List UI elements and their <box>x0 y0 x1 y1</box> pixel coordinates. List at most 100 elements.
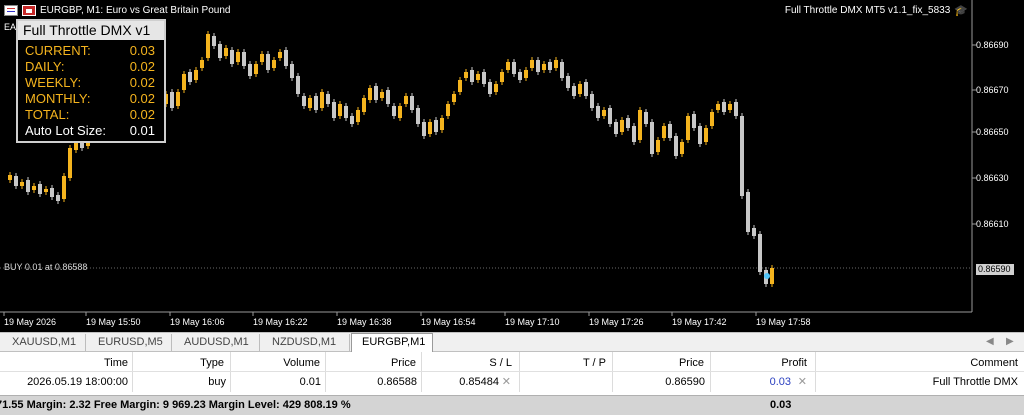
info-panel: Full Throttle DMX v1 CURRENT: 0.03 DAILY… <box>16 19 166 143</box>
bullish-candle <box>704 128 708 142</box>
bearish-candle <box>314 96 318 110</box>
chart-symbol-title: EURGBP, M1: Euro vs Great Britain Pound <box>40 4 231 16</box>
price-chart[interactable]: 0.86690 0.86670 0.86650 0.86630 0.86610 19 Ma… <box>0 0 1024 332</box>
col-current-price[interactable]: Price <box>618 354 704 372</box>
bearish-candle <box>50 188 54 197</box>
time-tick-label: 19 May 16:06 <box>170 317 225 327</box>
bullish-candle <box>494 84 498 92</box>
buy-order-label[interactable]: BUY 0.01 at 0.86588 <box>4 262 87 272</box>
ea-title: Full Throttle DMX MT5 v1.1_fix_5833 🎓 <box>785 4 968 17</box>
bullish-candle <box>368 88 372 100</box>
tab-audusd[interactable]: AUDUSD,M1 <box>172 334 260 351</box>
bullish-candle <box>182 74 186 90</box>
bullish-candle <box>356 110 360 122</box>
row-comment: Full Throttle DMX <box>932 376 1018 388</box>
bearish-candle <box>302 96 306 106</box>
col-type[interactable]: Type <box>140 354 224 372</box>
bullish-candle <box>404 96 408 104</box>
row-type: buy <box>208 376 226 388</box>
time-tick-label: 19 May 17:58 <box>756 317 811 327</box>
close-position-icon[interactable]: ✕ <box>797 373 807 391</box>
chart-grid-icon[interactable] <box>4 4 18 16</box>
trade-terminal: Time Type Volume Price S / L T / P Price… <box>0 352 1024 416</box>
bearish-candle <box>296 76 300 94</box>
buy-entry-marker <box>764 273 770 279</box>
col-profit[interactable]: Profit <box>716 354 807 372</box>
panel-row-lot-size: Auto Lot Size: 0.01 <box>25 123 155 138</box>
remove-sl-icon[interactable]: ✕ <box>501 373 511 391</box>
col-sl[interactable]: S / L <box>426 354 512 372</box>
col-time[interactable]: Time <box>50 354 128 372</box>
chart-tabs: XAUUSD,M1 EURUSD,M5 AUDUSD,M1 NZDUSD,M1 … <box>0 332 1024 352</box>
table-row[interactable]: 2026.05.19 18:00:00 buy 0.01 0.86588 0.8… <box>0 373 1024 391</box>
bearish-candle <box>644 112 648 124</box>
bearish-candle <box>26 180 30 192</box>
bearish-candle <box>614 122 618 134</box>
bearish-candle <box>512 62 516 74</box>
panel-row-weekly: WEEKLY: 0.02 <box>25 75 155 90</box>
bearish-candle <box>266 54 270 70</box>
bullish-candle <box>428 122 432 134</box>
bearish-candle <box>344 106 348 118</box>
bullish-candle <box>200 60 204 68</box>
tab-nzdusd[interactable]: NZDUSD,M1 <box>260 334 350 351</box>
bullish-candle <box>452 94 456 102</box>
row-volume: 0.01 <box>299 376 321 388</box>
panel-label: DAILY: <box>25 59 65 74</box>
bullish-candle <box>398 106 402 118</box>
price-tick-label: 0.86690 <box>976 40 1009 50</box>
panel-label: CURRENT: <box>25 43 91 58</box>
bullish-candle <box>446 104 450 116</box>
bearish-candle <box>56 195 60 201</box>
bearish-candle <box>416 108 420 124</box>
tab-scroll-left-icon[interactable]: ◀ <box>986 336 994 347</box>
bearish-candle <box>746 192 750 232</box>
bullish-candle <box>278 52 282 58</box>
current-price-tag: 0.86590 <box>976 264 1014 275</box>
bearish-candle <box>230 50 234 64</box>
col-volume[interactable]: Volume <box>236 354 320 372</box>
bullish-candle <box>542 64 546 70</box>
tab-eurgbp[interactable]: EURGBP,M1 <box>351 333 433 352</box>
ea-tag: EA <box>4 22 17 32</box>
time-tick-label: 19 May 16:22 <box>253 317 308 327</box>
bullish-candle <box>8 175 12 180</box>
bearish-candle <box>536 60 540 72</box>
bullish-candle <box>686 116 690 140</box>
bearish-candle <box>14 176 18 186</box>
bearish-candle <box>608 108 612 124</box>
tab-scroll-right-icon[interactable]: ▶ <box>1006 336 1014 347</box>
bearish-candle <box>698 126 702 144</box>
row-stop-loss[interactable]: 0.85484 <box>426 373 499 391</box>
bullish-candle <box>458 80 462 92</box>
bearish-candle <box>548 62 552 70</box>
bearish-candle <box>212 36 216 46</box>
bearish-candle <box>188 72 192 82</box>
account-summary: 71.55 Margin: 2.32 Free Margin: 9 969.23… <box>0 395 1024 415</box>
price-tick-label: 0.86670 <box>976 85 1009 95</box>
bullish-candle <box>362 98 366 112</box>
tab-xauusd[interactable]: XAUUSD,M1 <box>0 334 86 351</box>
bullish-candle <box>44 189 48 192</box>
bearish-candle <box>740 116 744 196</box>
bearish-candle <box>584 82 588 96</box>
ea-name: Full Throttle DMX MT5 v1.1_fix_5833 <box>784 5 951 16</box>
row-time: 2026.05.19 18:00:00 <box>27 376 128 388</box>
bullish-candle <box>440 118 444 130</box>
bearish-candle <box>242 52 246 66</box>
bullish-candle <box>506 62 510 70</box>
bearish-candle <box>692 114 696 128</box>
col-tp[interactable]: T / P <box>524 354 606 372</box>
bullish-candle <box>194 70 198 80</box>
panel-value: 0.02 <box>129 107 155 122</box>
market-icon[interactable] <box>22 4 36 16</box>
chart-title-bar: EURGBP, M1: Euro vs Great Britain Pound <box>4 3 230 17</box>
bullish-candle <box>236 52 240 62</box>
tab-eurusd[interactable]: EURUSD,M5 <box>86 334 172 351</box>
graduation-cap-icon[interactable]: 🎓 <box>954 4 968 17</box>
panel-value: 0.02 <box>129 91 155 106</box>
col-price[interactable]: Price <box>330 354 416 372</box>
bearish-candle <box>248 64 252 76</box>
col-comment[interactable]: Comment <box>822 354 1018 372</box>
bullish-candle <box>656 140 660 152</box>
